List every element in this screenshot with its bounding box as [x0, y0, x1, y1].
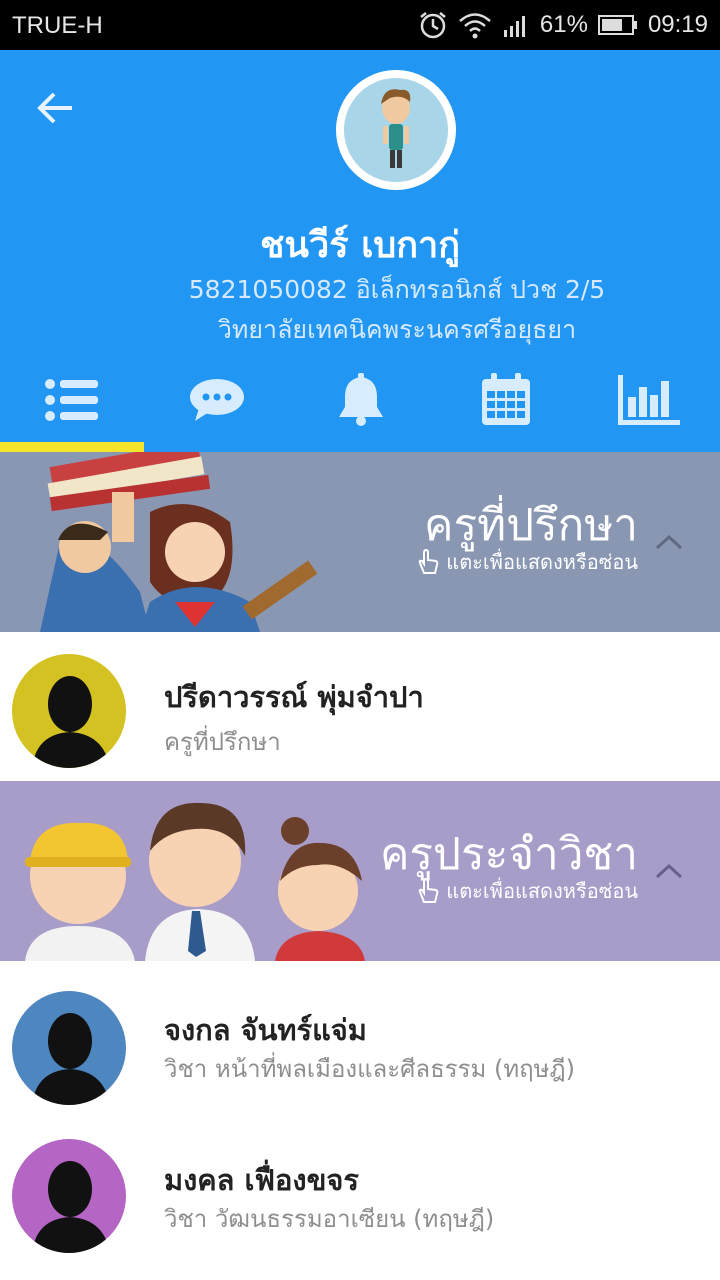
advisor-section-hint: แตะเพื่อแสดงหรือซ่อน: [416, 546, 638, 578]
tab-chat[interactable]: [162, 360, 272, 440]
profile-avatar[interactable]: [336, 70, 456, 190]
bar-chart-icon: [618, 375, 680, 425]
teachers-illustration: [25, 802, 365, 961]
list-icon: [45, 379, 98, 421]
advisor-section-header[interactable]: ครูที่ปรึกษา แตะเพื่อแสดงหรือซ่อน: [0, 452, 720, 632]
teacher-name: ปรีดาวรรณ์ พุ่มจำปา: [164, 680, 424, 714]
teacher-list-item[interactable]: จงกล จันทร์แจ่ม วิชา หน้าที่พลเมืองและศี…: [0, 961, 720, 1111]
wifi-icon: [459, 13, 491, 39]
teacher-list-item[interactable]: มงคล เฟื่องขจร วิชา วัฒนธรรมอาเซียน (ทฤษ…: [0, 1111, 720, 1261]
tab-notifications[interactable]: [306, 360, 416, 440]
teacher-role: ครูที่ปรึกษา: [164, 728, 281, 756]
teacher-subject: วิชา หน้าที่พลเมืองและศีลธรรม (ทฤษฎี): [164, 1055, 575, 1083]
chat-icon: [190, 379, 244, 421]
person-silhouette-icon: [32, 1161, 110, 1253]
teacher-name: จงกล จันทร์แจ่ม: [164, 1013, 367, 1047]
subject-section-header[interactable]: ครูประจำวิชา แตะเพื่อแสดงหรือซ่อน: [0, 781, 720, 961]
subject-section-hint: แตะเพื่อแสดงหรือซ่อน: [416, 875, 638, 907]
advisor-list-item[interactable]: ปรีดาวรรณ์ พุ่มจำปา ครูที่ปรึกษา: [0, 632, 720, 782]
battery-percent: 61%: [539, 11, 588, 38]
tab-stats[interactable]: [594, 360, 704, 440]
carrier-label: TRUE-H: [12, 12, 103, 39]
tab-bar: [0, 360, 720, 440]
college-name: วิทยาลัยเทคนิคพระนครศรีอยุธยา: [217, 315, 577, 344]
bell-icon: [339, 373, 383, 426]
status-bar: TRUE-H 61% 09:19: [0, 0, 720, 50]
calendar-icon: [482, 373, 530, 425]
student-name: ชนวีร์ เบกากู่: [259, 225, 461, 266]
chevron-up-icon[interactable]: [654, 532, 684, 552]
avatar: [12, 654, 126, 768]
back-arrow-icon[interactable]: [34, 90, 78, 126]
profile-header: ชนวีร์ เบกากู่ 5821050082 อิเล็กทรอนิกส์…: [0, 50, 720, 452]
signal-icon: [503, 16, 525, 37]
tap-hand-icon: [419, 878, 439, 903]
clock: 09:19: [647, 11, 708, 38]
person-silhouette-icon: [32, 1013, 110, 1105]
student-avatar-icon: [381, 89, 411, 168]
tap-hand-icon: [419, 549, 439, 574]
teachers-illustration: [40, 452, 318, 632]
avatar: [12, 991, 126, 1105]
avatar: [12, 1139, 126, 1253]
teacher-subject: วิชา วัฒนธรรมอาเซียน (ทฤษฎี): [164, 1205, 495, 1233]
battery-icon: [597, 15, 637, 35]
student-id-program: 5821050082 อิเล็กทรอนิกส์ ปวช 2/5: [188, 275, 606, 304]
chevron-up-icon[interactable]: [654, 861, 684, 881]
alarm-icon: [420, 12, 446, 39]
person-silhouette-icon: [32, 676, 110, 768]
teacher-name: มงคล เฟื่องขจร: [164, 1163, 359, 1197]
tab-calendar[interactable]: [451, 360, 561, 440]
selected-tab-indicator: [0, 442, 144, 452]
tab-list[interactable]: [17, 360, 127, 440]
